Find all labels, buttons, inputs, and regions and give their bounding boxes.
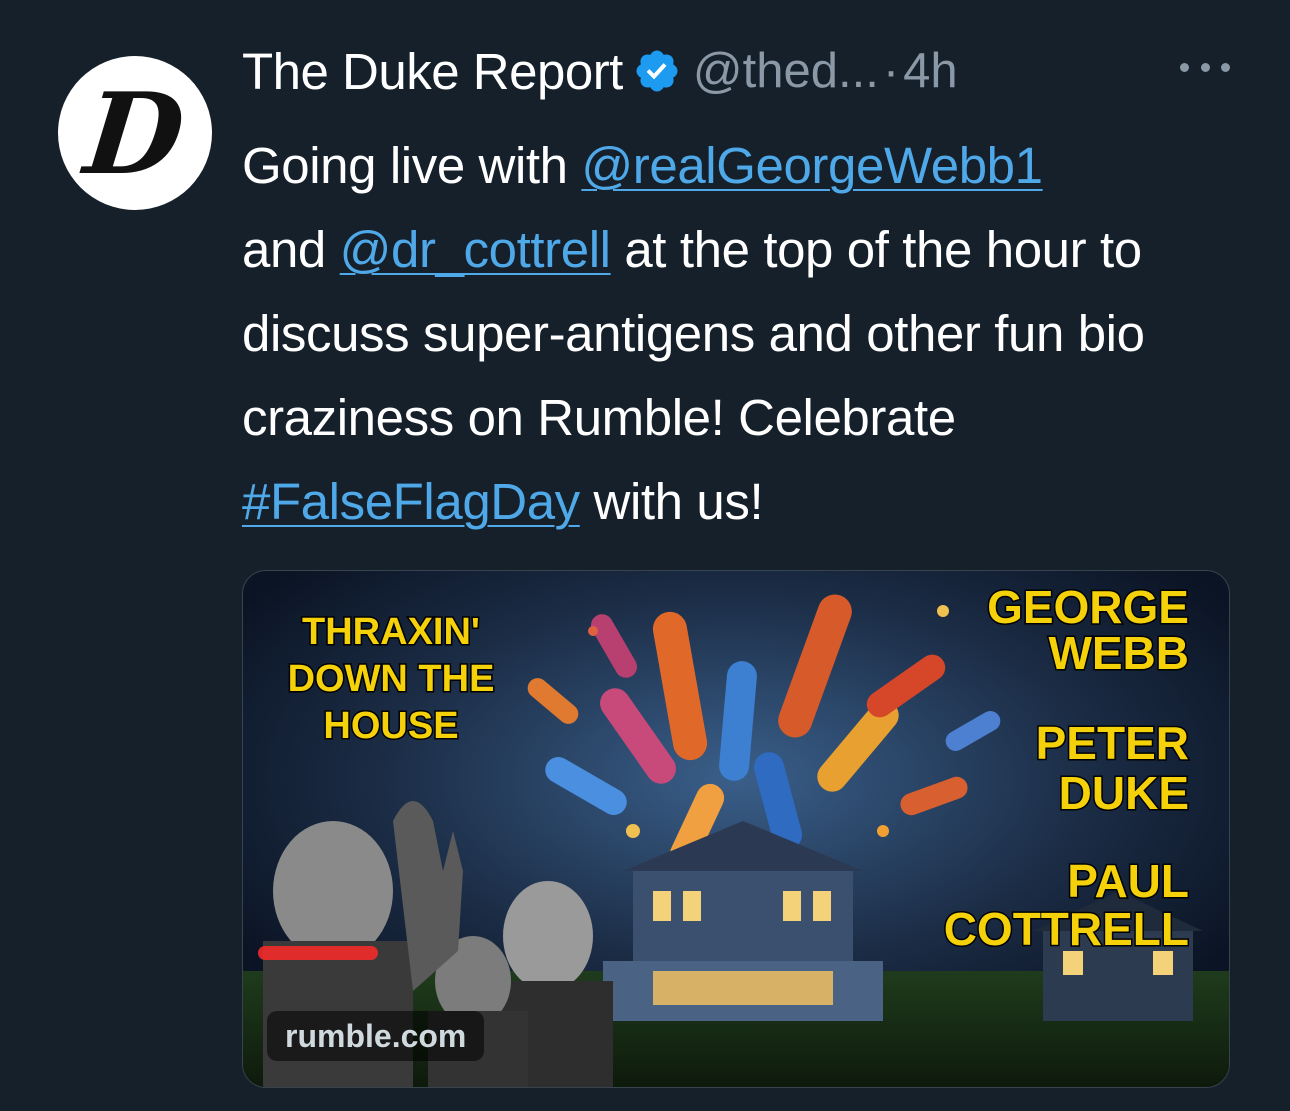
poster-name: COTTRELL [944, 903, 1189, 955]
poster-title-line: THRAXIN' [302, 611, 480, 653]
media-source-badge: rumble.com [267, 1011, 485, 1061]
separator-dot: · [882, 44, 900, 98]
verified-badge-icon [636, 50, 678, 92]
poster-title-line: DOWN THE [288, 658, 495, 700]
user-handle[interactable]: @thed... [693, 43, 879, 99]
poster-name: PAUL [1067, 855, 1189, 907]
tweet[interactable]: D The Duke Report @thed... · 4h Going li… [0, 0, 1290, 1111]
hashtag-falseflagday[interactable]: #FalseFlagDay [242, 473, 580, 530]
avatar-letter: D [79, 69, 191, 200]
poster-name: GEORGE [987, 581, 1189, 633]
media-thumbnail: THRAXIN' DOWN THE HOUSE GEORGE WEBB PETE… [243, 571, 1229, 1087]
more-options-icon[interactable] [1180, 52, 1230, 82]
poster-name: PETER [1036, 717, 1189, 769]
tweet-header: The Duke Report @thed... · 4h [242, 36, 958, 106]
poster-name: WEBB [1048, 627, 1189, 679]
tweet-timestamp[interactable]: 4h [903, 43, 958, 99]
more-dot [1221, 62, 1230, 72]
tweet-text-segment: and [242, 221, 340, 278]
media-card[interactable]: THRAXIN' DOWN THE HOUSE GEORGE WEBB PETE… [242, 570, 1230, 1088]
mention-realgeorgewebb1[interactable]: @realGeorgeWebb1 [581, 137, 1043, 194]
avatar[interactable]: D [58, 56, 212, 210]
poster-title-line: HOUSE [323, 705, 458, 747]
tweet-text-segment: with us! [579, 473, 764, 530]
mention-dr-cottrell[interactable]: @dr_cottrell [340, 221, 611, 278]
tweet-text: Going live with @realGeorgeWebb1 and @dr_… [242, 124, 1242, 544]
poster-name: DUKE [1059, 767, 1189, 819]
display-name[interactable]: The Duke Report [242, 42, 623, 101]
tweet-text-segment: Going live with [242, 137, 582, 194]
more-dot [1180, 62, 1189, 72]
more-dot [1200, 62, 1210, 72]
